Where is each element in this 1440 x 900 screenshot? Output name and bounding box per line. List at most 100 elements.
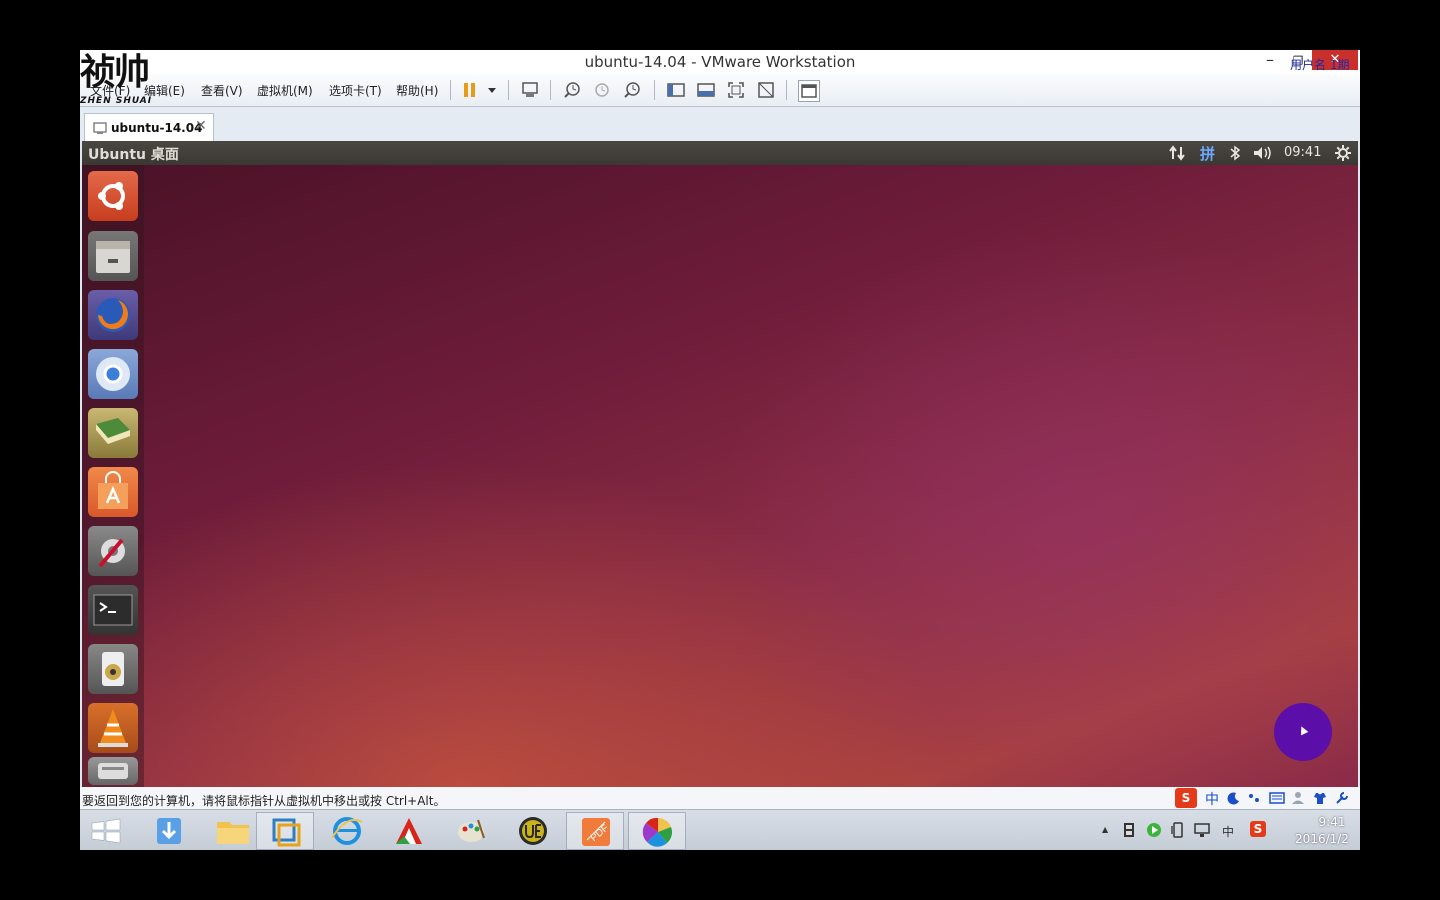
volume-icon[interactable]: [1252, 144, 1274, 162]
ime-toolbar: S 中: [1175, 788, 1360, 808]
menu-help[interactable]: 帮助(H): [396, 82, 438, 99]
launcher-more[interactable]: [88, 757, 138, 785]
shopping-bag-icon: [98, 471, 128, 509]
launcher-software-center[interactable]: [88, 467, 138, 517]
gear-icon[interactable]: [1334, 144, 1352, 162]
paint-palette-icon: [458, 819, 485, 842]
taskbar-clock-time[interactable]: 9:41: [1302, 815, 1360, 829]
film-icon[interactable]: [1122, 822, 1136, 838]
user-icon[interactable]: [1291, 791, 1305, 805]
toolbar-separator: [654, 80, 655, 100]
taskbar-clock-date[interactable]: 2016/1/2: [1282, 832, 1360, 846]
launcher-system-settings[interactable]: [88, 526, 138, 576]
status-message: 要返回到您的计算机，请将鼠标指针从虚拟机中移出或按 Ctrl+Alt。: [82, 794, 446, 808]
logo-text: 祯帅: [80, 51, 150, 93]
windows-logo-icon: [91, 818, 121, 844]
download-icon: [157, 818, 181, 844]
ubuntu-top-panel: Ubuntu 桌面 拼 09:41: [82, 141, 1358, 165]
vmware-icon: [272, 818, 301, 847]
vm-icon: [93, 122, 107, 134]
taskbar-ultraedit[interactable]: [504, 812, 562, 850]
launcher-vlc[interactable]: [88, 703, 138, 753]
thumbnail-bar-icon[interactable]: [696, 80, 716, 100]
media-play-icon[interactable]: [1146, 822, 1162, 838]
chromium-icon: [96, 357, 130, 391]
menu-tabs[interactable]: 选项卡(T): [329, 82, 382, 99]
toolbar-separator: [550, 80, 551, 100]
vlc-cone-icon: [98, 709, 128, 747]
ime-chinese-mode[interactable]: 中: [1205, 789, 1219, 809]
monitor-icon[interactable]: [1194, 822, 1210, 838]
taskbar-pdf[interactable]: PDF: [566, 812, 624, 850]
red-green-app-icon: [396, 818, 422, 844]
disk-icon: [98, 763, 128, 779]
folder-icon: [217, 822, 249, 844]
ubuntu-desktop[interactable]: [82, 165, 1358, 787]
chevron-down-icon[interactable]: [482, 80, 502, 100]
panel-clock[interactable]: 09:41: [1284, 145, 1321, 160]
tray-input-chinese[interactable]: 中: [1222, 823, 1234, 840]
taskbar-pinwheel[interactable]: [628, 812, 686, 850]
launcher-files[interactable]: [88, 231, 138, 281]
toolbar-separator: [508, 80, 509, 100]
toolbar-separator: [786, 80, 787, 100]
snapshot-icon[interactable]: [562, 80, 582, 100]
terminal-icon: [93, 594, 133, 626]
punctuation-icon[interactable]: [1247, 791, 1261, 805]
toolbar-separator: [450, 80, 451, 100]
taskbar-paint[interactable]: [442, 812, 500, 850]
launcher-terminal[interactable]: [88, 585, 138, 635]
taskbar-explorer[interactable]: [204, 812, 262, 850]
tab-close-icon[interactable]: ✕: [195, 118, 207, 134]
sidebar-toggle-icon[interactable]: [666, 80, 686, 100]
tray-sogou-icon[interactable]: S: [1250, 821, 1266, 837]
tray-expand-icon[interactable]: ▲: [1102, 825, 1108, 834]
watermark-logo: 祯帅 ZHEN SHUAI: [80, 50, 160, 108]
launcher-books[interactable]: [88, 408, 138, 458]
user-label: 用户名 1期: [1290, 58, 1350, 72]
taskbar-download[interactable]: [140, 812, 198, 850]
keyboard-icon[interactable]: [1269, 791, 1285, 805]
tab-ubuntu[interactable]: ubuntu-14.04 ✕: [84, 113, 214, 142]
shirt-icon[interactable]: [1313, 791, 1327, 805]
phone-icon[interactable]: [1170, 822, 1186, 838]
launcher-dash-home[interactable]: [88, 171, 138, 221]
ultraedit-icon: [519, 817, 547, 845]
internet-explorer-icon: [331, 817, 363, 845]
fullscreen-icon[interactable]: [726, 80, 746, 100]
start-button[interactable]: [80, 812, 138, 850]
pinwheel-icon: [642, 817, 673, 847]
moon-icon[interactable]: [1227, 791, 1241, 805]
input-method-icon[interactable]: 拼: [1200, 143, 1215, 164]
wrench-icon[interactable]: [1335, 791, 1349, 805]
firefox-icon: [96, 298, 130, 332]
bluetooth-icon[interactable]: [1228, 144, 1242, 162]
revert-snapshot-icon[interactable]: [592, 80, 612, 100]
unity-mode-icon[interactable]: [756, 80, 776, 100]
settings-wrench-icon: [98, 538, 125, 568]
tab-bar: ubuntu-14.04 ✕: [80, 107, 1360, 142]
taskbar-red-app[interactable]: [380, 812, 438, 850]
network-icon[interactable]: [1168, 144, 1186, 162]
window-title: ubuntu-14.04 - VMware Workstation: [584, 53, 856, 71]
logo-subtext: ZHEN SHUAI: [80, 96, 153, 106]
launcher-chromium[interactable]: [88, 349, 138, 399]
console-view-icon[interactable]: [798, 80, 820, 102]
file-cabinet-icon: [96, 241, 130, 273]
menu-view[interactable]: 查看(V): [201, 82, 243, 99]
sogou-logo-icon[interactable]: S: [1175, 788, 1197, 808]
minimize-button[interactable]: –: [1260, 50, 1280, 72]
menu-toolbar: 文件(F) 编辑(E) 查看(V) 虚拟机(M) 选项卡(T) 帮助(H): [80, 74, 1360, 107]
status-bar: 要返回到您的计算机，请将鼠标指针从虚拟机中移出或按 Ctrl+Alt。 S 中: [80, 787, 1360, 809]
taskbar-ie[interactable]: [318, 812, 376, 850]
title-bar: ubuntu-14.04 - VMware Workstation – ❐ ✕ …: [80, 50, 1360, 74]
snapshot-manager-icon[interactable]: [622, 80, 642, 100]
launcher-speaker[interactable]: [88, 644, 138, 694]
unity-launcher: [82, 165, 144, 787]
pdf-icon: PDF: [582, 818, 611, 846]
taskbar-vmware[interactable]: [256, 812, 314, 850]
pause-icon[interactable]: [460, 80, 480, 100]
send-ctrl-alt-del-icon[interactable]: [520, 80, 540, 100]
menu-vm[interactable]: 虚拟机(M): [257, 82, 313, 99]
launcher-firefox[interactable]: [88, 290, 138, 340]
